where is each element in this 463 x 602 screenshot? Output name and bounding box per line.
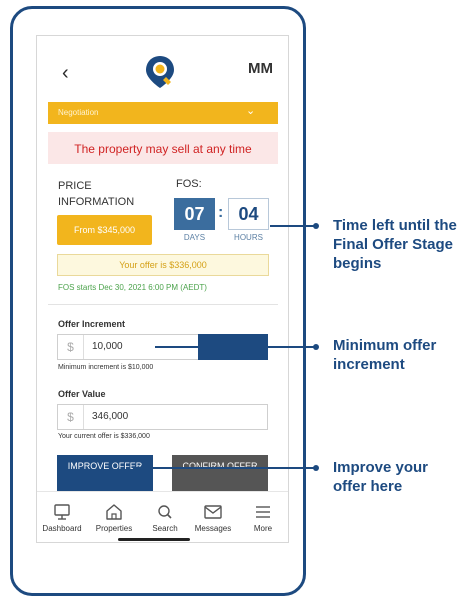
offer-value-input[interactable]: $ 346,000 [57, 404, 268, 430]
offer-increment-value[interactable]: 10,000 [92, 341, 123, 352]
chevron-down-icon[interactable]: ⌄ [246, 104, 255, 117]
current-offer-banner: Your offer is $336,000 [57, 254, 269, 276]
fos-hours-value: 04 [228, 198, 269, 230]
location-pin-logo-icon[interactable] [144, 55, 176, 89]
offer-value-value[interactable]: 346,000 [92, 411, 128, 422]
nav-item-dashboard[interactable]: Dashboard [32, 502, 92, 533]
nav-label: Dashboard [42, 524, 82, 533]
leader-dot-time [313, 223, 319, 229]
home-indicator [118, 538, 190, 541]
nav-label: More [253, 524, 273, 533]
offer-increment-label: Offer Increment [58, 319, 126, 329]
offer-value-label: Offer Value [58, 389, 106, 399]
annotation-minimum-increment: Minimum offer increment [333, 337, 437, 373]
monitor-icon [54, 504, 70, 520]
price-info-label: PRICE INFORMATION [58, 180, 135, 208]
fos-separator: : [218, 204, 224, 221]
avatar[interactable]: MM [248, 60, 273, 77]
warning-text: The property may sell at any time [74, 142, 252, 156]
leader-line-improve [133, 467, 316, 469]
dollar-icon: $ [58, 405, 84, 429]
bottom-nav: Dashboard Properties Search Messages Mor… [37, 491, 288, 542]
leader-line-time [270, 225, 316, 227]
dollar-icon: $ [58, 335, 84, 359]
leader-line-increment [155, 346, 316, 348]
fos-days-value: 07 [174, 198, 215, 230]
minimum-increment-note: Minimum increment is $10,000 [58, 364, 154, 371]
fos-start-text: FOS starts Dec 30, 2021 6:00 PM (AEDT) [58, 283, 207, 292]
current-offer-note: Your current offer is $336,000 [58, 433, 150, 440]
leader-dot-improve [313, 465, 319, 471]
annotation-improve-offer: Improve your offer here [333, 459, 429, 495]
fos-label: FOS: [176, 178, 202, 190]
confirm-offer-button[interactable]: CONFIRM OFFER [172, 455, 268, 491]
back-button[interactable]: ‹ [62, 62, 69, 85]
menu-icon [256, 506, 270, 518]
from-price-button[interactable]: From $345,000 [57, 215, 152, 245]
negotiation-label: Negotiation [58, 108, 99, 117]
leader-dot-increment [313, 344, 319, 350]
nav-item-more[interactable]: More [233, 502, 293, 533]
annotation-time-left: Time left until the Final Offer Stage be… [333, 217, 457, 272]
fos-hours-label: HOURS [234, 233, 263, 242]
fos-days-label: DAYS [183, 233, 206, 242]
improve-offer-button[interactable]: IMPROVE OFFER [57, 455, 153, 491]
section-divider [48, 304, 278, 305]
